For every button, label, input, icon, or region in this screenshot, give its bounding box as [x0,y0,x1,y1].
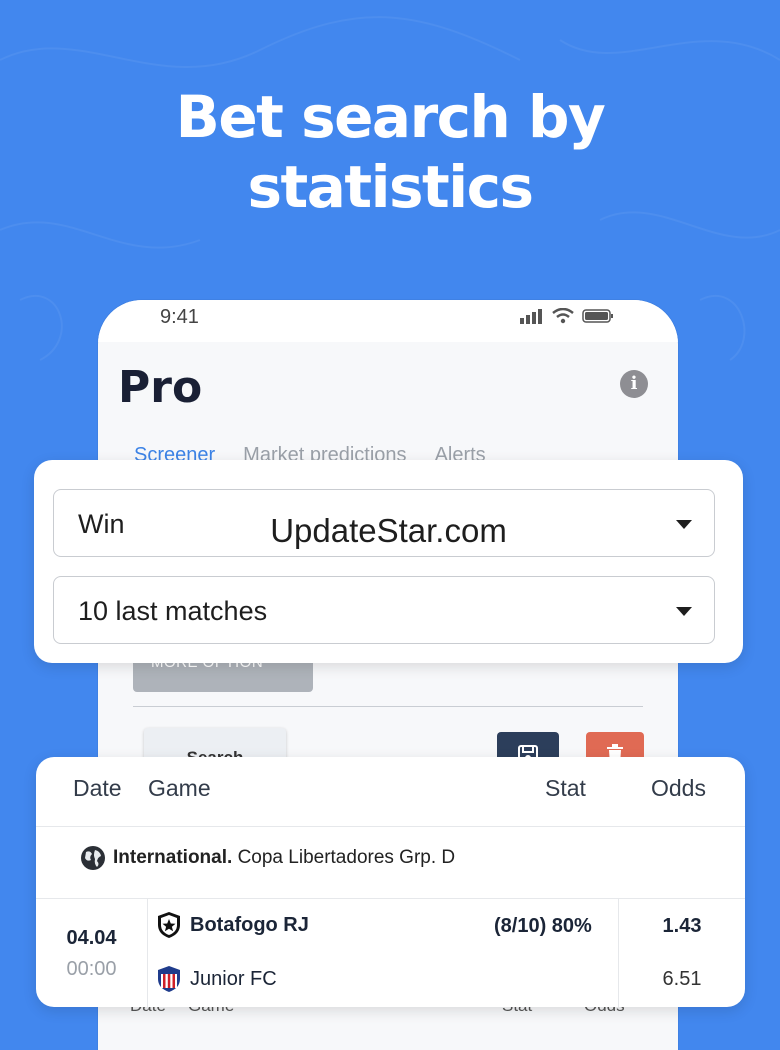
divider [133,706,643,707]
odds-cell: 1.43 6.51 [618,899,745,1007]
home-team: Botafogo RJ [156,911,309,939]
league-name: International. Copa Libertadores Grp. D [113,847,455,869]
range-select[interactable]: 10 last matches [53,576,715,644]
table-row[interactable]: 04.04 00:00 Botafogo RJ Junior FC (8/10)… [36,899,745,1007]
header-date[interactable]: Date [73,775,122,802]
league-title: Copa Libertadores Grp. D [237,847,456,868]
home-team-name: Botafogo RJ [190,913,309,936]
wifi-icon [552,308,574,324]
match-stat: (8/10) 80% [494,915,592,937]
headline: Bet search by statistics [0,82,780,222]
results-card: Date Game Stat Odds International. Copa … [36,757,745,1007]
filter-card: Win UpdateStar.com 10 last matches [34,460,743,663]
odds-away[interactable]: 6.51 [619,968,745,991]
header-odds[interactable]: Odds [651,775,706,802]
league-row[interactable]: International. Copa Libertadores Grp. D [36,827,745,899]
range-select-value: 10 last matches [78,596,268,626]
header-game[interactable]: Game [148,775,211,802]
status-time: 9:41 [160,306,199,328]
battery-icon [582,309,613,323]
page-title: Pro [118,362,203,413]
match-date: 04.04 [66,927,117,949]
signal-icon [520,309,542,324]
globe-icon [81,846,105,870]
away-team: Junior FC [156,965,277,993]
watermark-text: UpdateStar.com [270,512,507,549]
league-region: International. [113,847,233,868]
chevron-down-icon [676,607,692,616]
headline-line-2: statistics [247,153,534,221]
status-bar: 9:41 [98,300,678,342]
junior-crest-icon [158,966,180,992]
odds-home[interactable]: 1.43 [619,915,745,938]
botafogo-crest-icon [158,912,180,938]
match-date-cell: 04.04 00:00 [36,899,148,1007]
headline-line-1: Bet search by [175,83,606,151]
away-team-name: Junior FC [190,967,277,990]
status-icons [520,308,614,324]
info-icon[interactable]: i [620,370,648,398]
match-time: 00:00 [66,958,117,980]
results-header: Date Game Stat Odds [36,757,745,827]
header-stat[interactable]: Stat [545,775,586,802]
